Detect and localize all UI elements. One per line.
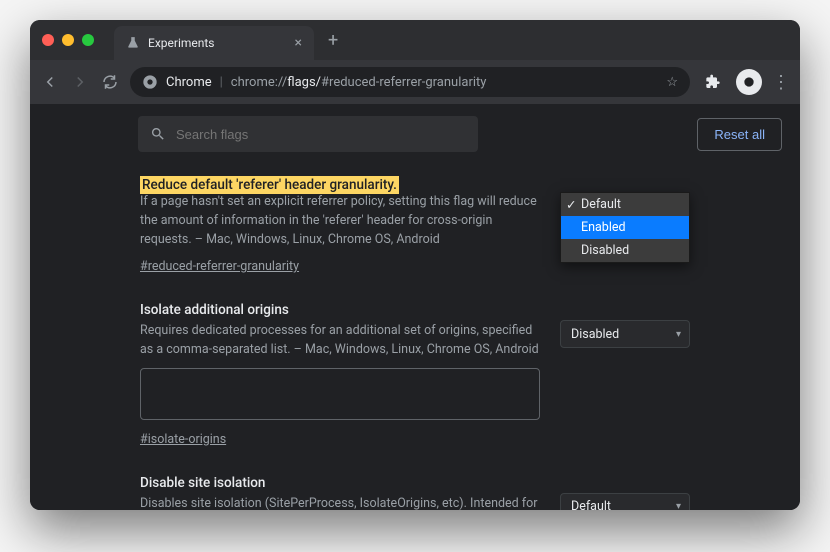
dropdown-option-default[interactable]: Default [561, 193, 689, 216]
url-scheme-label: Chrome [166, 75, 212, 90]
reset-all-button[interactable]: Reset all [697, 118, 782, 151]
close-window-button[interactable] [42, 34, 54, 46]
dropdown-option-disabled[interactable]: Disabled [561, 239, 689, 262]
dropdown-option-enabled[interactable]: Enabled [561, 216, 689, 239]
extension-pinned-icon[interactable] [736, 69, 762, 95]
minimize-window-button[interactable] [62, 34, 74, 46]
menu-button[interactable]: ⋮ [772, 72, 790, 93]
flags-list: Reduce default 'referer' header granular… [30, 164, 800, 510]
flag-select[interactable]: Default [560, 493, 690, 510]
tab-title: Experiments [148, 36, 215, 50]
url-path: flags/ [287, 75, 321, 90]
flag-description: Requires dedicated processes for an addi… [140, 322, 540, 360]
page-content: Reset all Reduce default 'referer' heade… [30, 104, 800, 510]
window-controls [42, 34, 94, 46]
flag-anchor-link[interactable]: #isolate-origins [140, 432, 226, 447]
maximize-window-button[interactable] [82, 34, 94, 46]
flask-icon [126, 36, 140, 50]
flag-dropdown-open: Default Enabled Disabled [560, 192, 690, 263]
forward-button[interactable] [70, 72, 90, 92]
url-prefix: chrome:// [231, 75, 287, 90]
search-icon [150, 126, 166, 142]
flag-description: Disables site isolation (SitePerProcess,… [140, 495, 540, 510]
bookmark-star-icon[interactable]: ☆ [666, 75, 678, 90]
flag-title: Disable site isolation [140, 475, 540, 491]
address-bar: Chrome | chrome://flags/#reduced-referre… [30, 60, 800, 104]
flag-anchor-link[interactable]: #reduced-referrer-granularity [140, 259, 299, 274]
browser-window: Experiments × + Chrome | chrome://flags/… [30, 20, 800, 510]
flag-title: Reduce default 'referer' header granular… [140, 176, 399, 194]
new-tab-button[interactable]: + [328, 30, 338, 51]
flag-select[interactable]: Disabled [560, 320, 690, 348]
browser-tab[interactable]: Experiments × [114, 26, 314, 60]
flag-item: Reduce default 'referer' header granular… [140, 174, 690, 274]
chrome-icon [142, 74, 158, 90]
close-tab-icon[interactable]: × [295, 35, 302, 51]
flag-item: Disable site isolation Disables site iso… [140, 475, 690, 510]
url-hash: #reduced-referrer-granularity [321, 75, 486, 90]
url-field[interactable]: Chrome | chrome://flags/#reduced-referre… [130, 67, 690, 97]
search-flags-field[interactable] [138, 116, 478, 152]
flag-title: Isolate additional origins [140, 302, 540, 318]
reload-button[interactable] [100, 72, 120, 92]
flag-description: If a page hasn't set an explicit referre… [140, 193, 540, 249]
extensions-icon[interactable] [700, 69, 726, 95]
flag-item: Isolate additional origins Requires dedi… [140, 302, 690, 447]
back-button[interactable] [40, 72, 60, 92]
search-input[interactable] [176, 127, 466, 142]
flags-topbar: Reset all [30, 104, 800, 164]
titlebar: Experiments × + [30, 20, 800, 60]
flag-textarea[interactable] [140, 368, 540, 420]
